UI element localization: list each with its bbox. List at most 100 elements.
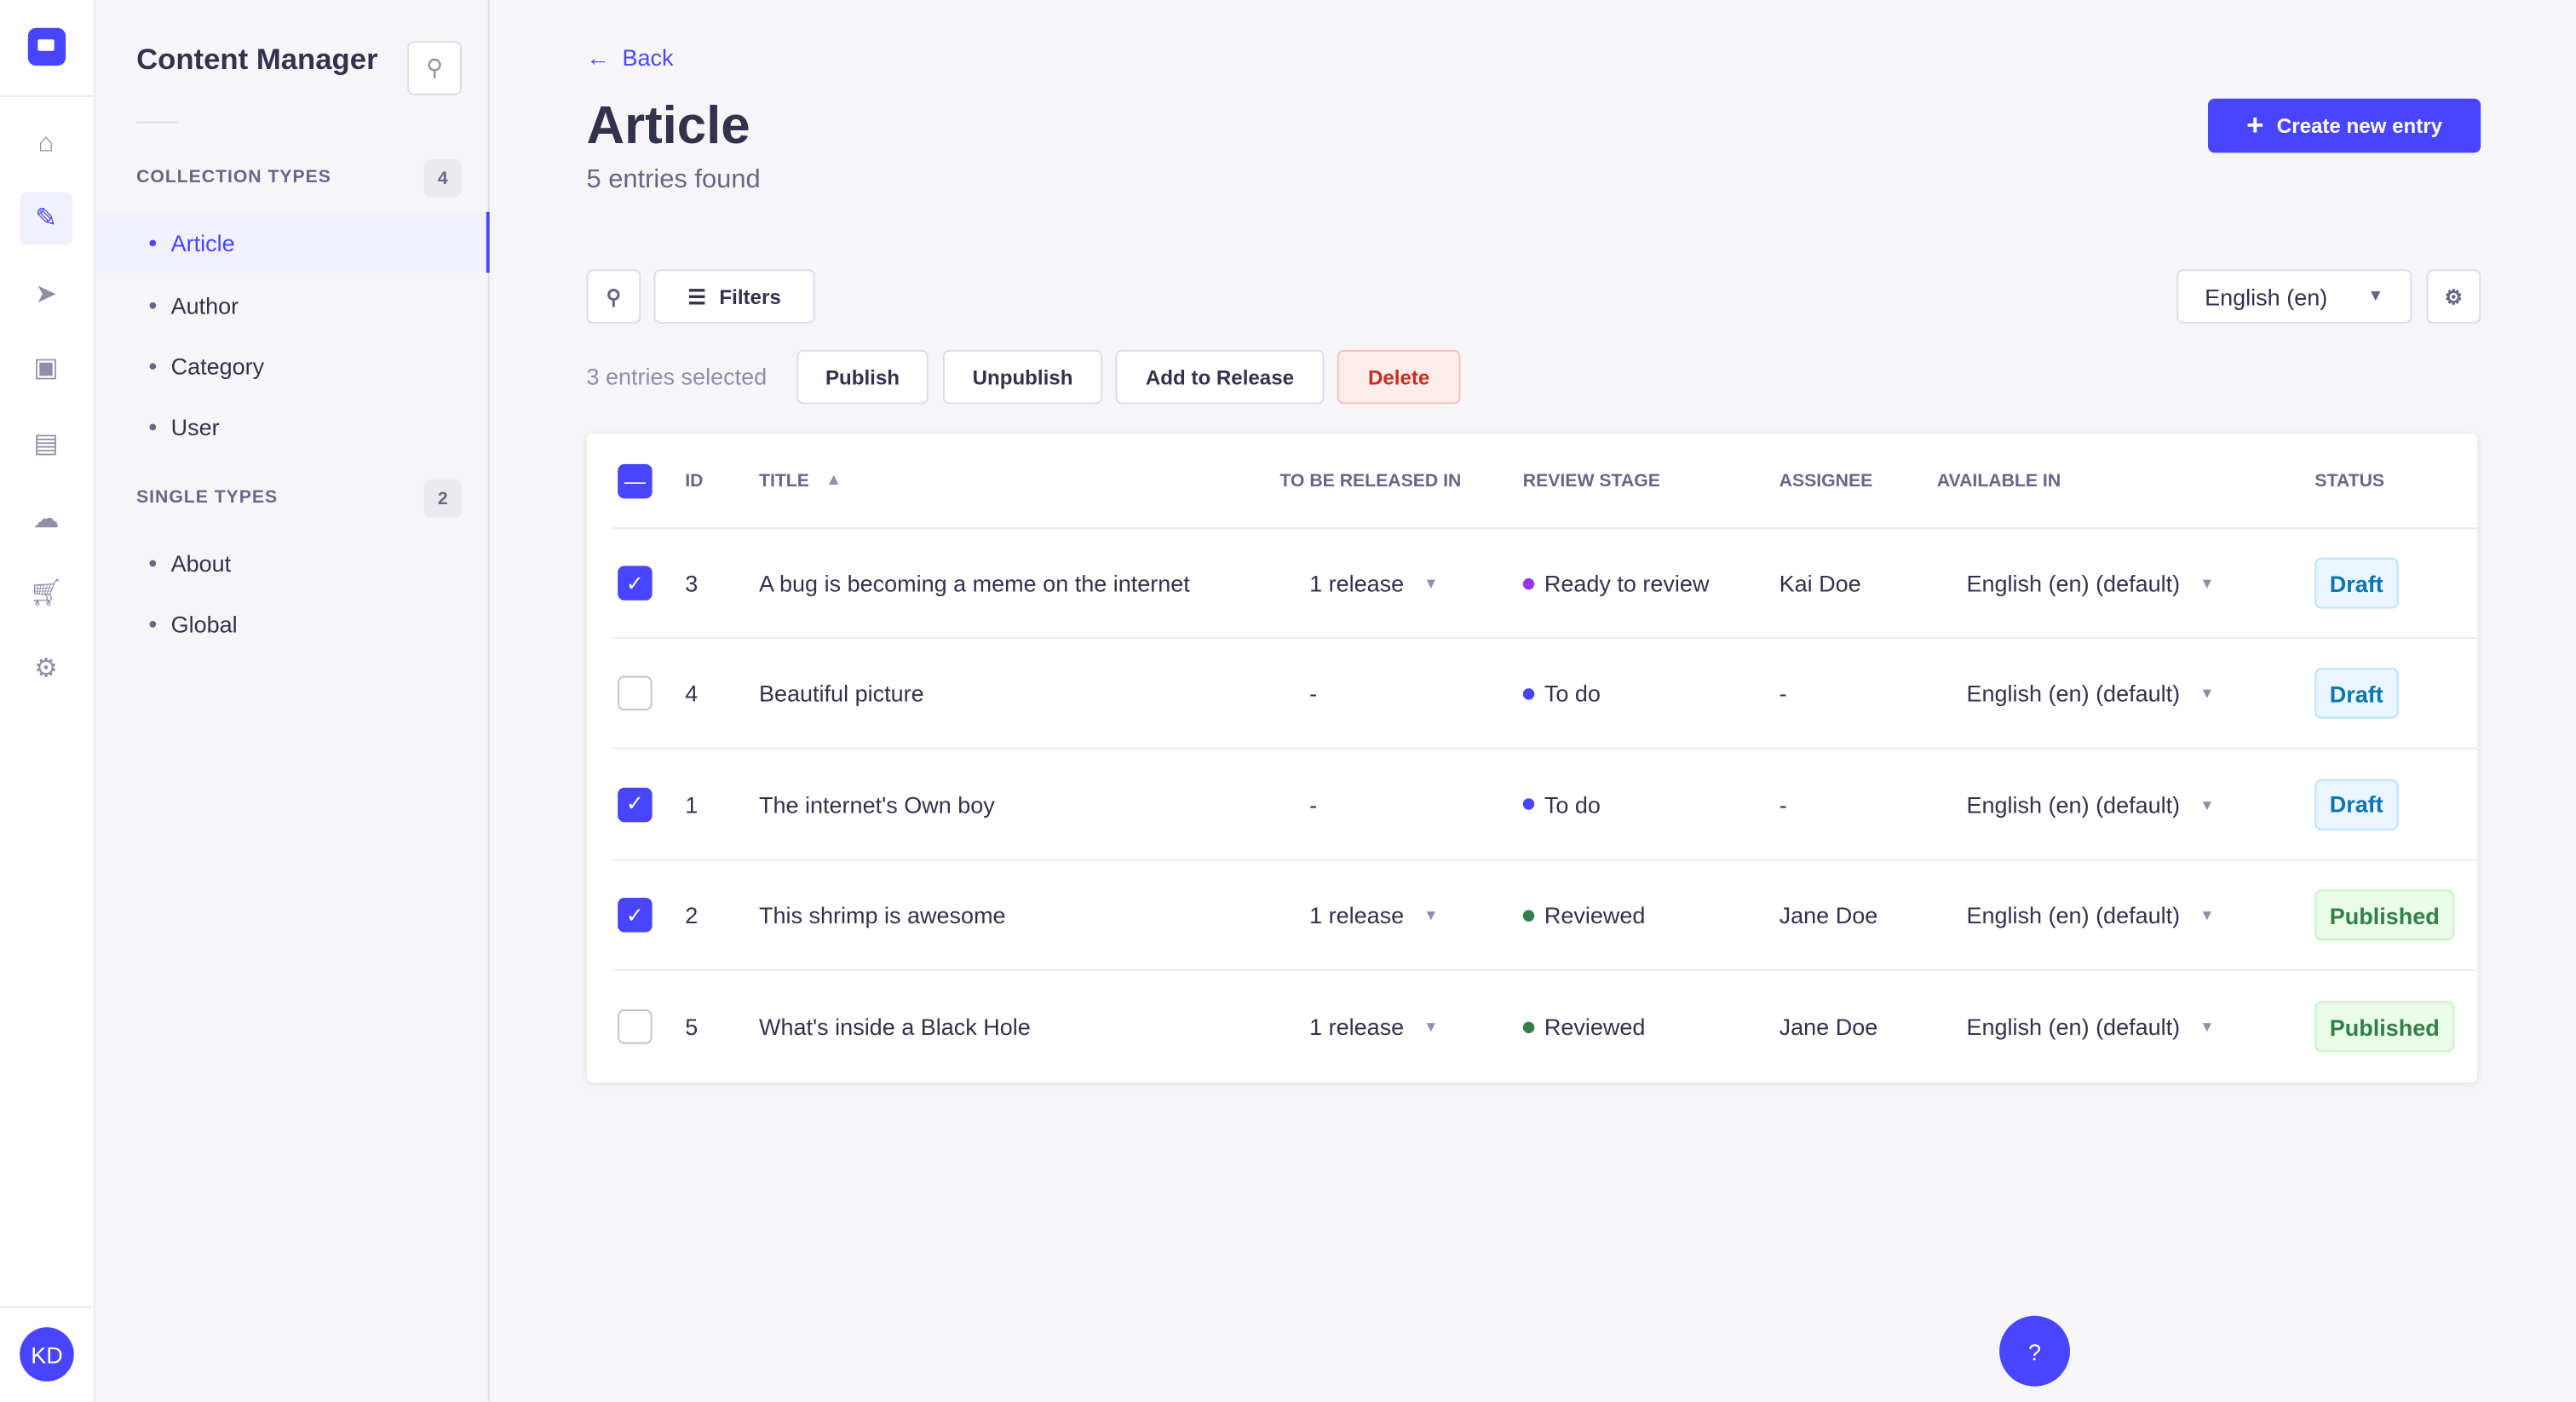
stage-dot-icon (1522, 577, 1535, 589)
arrow-left-icon: ← (586, 44, 610, 71)
row-checkbox[interactable]: ✓ (618, 566, 653, 600)
status-badge: Draft (2314, 557, 2399, 609)
column-status: STATUS (2314, 470, 2385, 491)
help-button[interactable]: ? (1999, 1315, 2070, 1387)
row-checkbox[interactable]: ✓ (618, 787, 653, 822)
column-title-label: TITLE (758, 470, 809, 491)
divider (136, 121, 178, 124)
cell-id: 2 (685, 902, 699, 929)
filters-button[interactable]: ☰ Filters (653, 269, 815, 324)
cell-available-in[interactable]: English (en) (default) ▼ (1966, 1014, 2214, 1040)
content-manager-icon[interactable]: ✎ (20, 192, 72, 245)
table-row[interactable]: 4 Beautiful picture - To do - English (e… (612, 640, 2478, 750)
cell-title: Beautiful picture (758, 681, 924, 708)
strapi-logo-icon[interactable] (27, 27, 66, 66)
question-icon: ? (2028, 1337, 2042, 1365)
publish-button[interactable]: Publish (796, 349, 929, 405)
status-badge: Draft (2314, 779, 2399, 830)
select-all-checkbox[interactable]: — (618, 463, 653, 498)
create-label: Create new entry (2276, 114, 2443, 138)
main-content: ← Back Article 5 entries found + Create n… (492, 0, 2576, 1401)
status-badge: Draft (2314, 668, 2399, 720)
row-checkbox[interactable] (618, 1009, 653, 1044)
single-types-heading: SINGLE TYPES (136, 487, 279, 508)
marketplace-icon[interactable]: 🛒︎ (20, 566, 72, 619)
chevron-down-icon: ▼ (1423, 574, 1439, 592)
settings-icon[interactable]: ⚙ (20, 642, 72, 695)
cell-available-in[interactable]: English (en) (default) ▼ (1966, 570, 2214, 596)
chevron-down-icon: ▼ (2199, 685, 2215, 703)
release-value: 1 release (1309, 902, 1405, 929)
list-settings-button[interactable]: ⚙ (2426, 269, 2481, 324)
cell-release[interactable]: 1 release ▼ (1309, 1014, 1438, 1040)
gear-icon: ⚙ (2444, 285, 2464, 309)
column-title[interactable]: TITLE ▲ (759, 471, 842, 491)
single-types-count: 2 (423, 480, 462, 518)
release-value: - (1309, 681, 1318, 708)
search-button[interactable]: ⚲ (586, 269, 641, 324)
cloud-icon[interactable]: ☁ (20, 493, 72, 546)
row-checkbox[interactable] (618, 676, 653, 711)
media-library-icon[interactable]: ▣ (20, 342, 72, 394)
row-checkbox[interactable]: ✓ (618, 898, 653, 933)
available-in-value: English (en) (default) (1966, 791, 2181, 819)
home-icon[interactable]: ⌂ (20, 118, 72, 171)
column-release: TO BE RELEASED IN (1279, 470, 1462, 491)
locale-select[interactable]: English (en) ▼ (2176, 269, 2412, 324)
content-manager-sidebar: Content Manager ⚲ COLLECTION TYPES 4 Art… (95, 0, 490, 1402)
chevron-down-icon: ▼ (2199, 574, 2215, 592)
search-icon: ⚲ (426, 54, 443, 81)
cell-available-in[interactable]: English (en) (default) ▼ (1966, 681, 2214, 707)
review-stage-value: Reviewed (1544, 1014, 1646, 1040)
sidebar-item-label: Article (170, 229, 235, 256)
selected-count: 3 entries selected (586, 363, 768, 390)
locale-value: English (en) (2205, 283, 2328, 310)
table-row[interactable]: ✓ 2 This shrimp is awesome 1 release ▼ Re… (612, 861, 2478, 972)
avatar[interactable]: KD (20, 1327, 74, 1382)
add-to-release-button[interactable]: Add to Release (1115, 349, 1325, 405)
cell-release[interactable]: 1 release ▼ (1309, 902, 1438, 928)
chevron-down-icon: ▼ (2367, 287, 2384, 306)
chevron-down-icon: ▼ (1423, 1018, 1439, 1036)
review-stage-value: To do (1544, 791, 1601, 819)
sidebar-item-global[interactable]: Global (95, 593, 490, 653)
table-row[interactable]: ✓ 3 A bug is becoming a meme on the inte… (612, 529, 2478, 640)
cell-review-stage: To do (1522, 791, 1601, 819)
stage-dot-icon (1522, 909, 1535, 922)
cell-assignee: Jane Doe (1779, 902, 1878, 929)
table-row[interactable]: ✓ 1 The internet's Own boy - To do - Eng… (612, 750, 2478, 861)
sidebar-item-about[interactable]: About (95, 532, 490, 593)
column-id[interactable]: ID (685, 471, 703, 491)
stage-dot-icon (1522, 687, 1535, 700)
cell-available-in[interactable]: English (en) (default) ▼ (1966, 902, 2214, 928)
create-new-entry-button[interactable]: + Create new entry (2207, 98, 2481, 153)
unpublish-button[interactable]: Unpublish (942, 349, 1103, 405)
delete-button[interactable]: Delete (1337, 349, 1461, 405)
releases-icon[interactable]: ➤ (20, 267, 72, 320)
table-row[interactable]: 5 What's inside a Black Hole 1 release ▼ … (612, 972, 2477, 1082)
cell-assignee: Kai Doe (1779, 570, 1861, 597)
content-type-builder-icon[interactable]: ▤ (20, 417, 72, 470)
sidebar-search-button[interactable]: ⚲ (407, 41, 462, 95)
release-value: 1 release (1309, 570, 1405, 597)
back-link[interactable]: ← Back (586, 44, 673, 71)
chevron-down-icon: ▼ (2199, 906, 2215, 924)
sidebar-item-user[interactable]: User (95, 396, 490, 457)
column-available-in: AVAILABLE IN (1936, 470, 2061, 491)
sidebar-item-category[interactable]: Category (95, 335, 490, 395)
filter-icon: ☰ (687, 285, 706, 309)
available-in-value: English (en) (default) (1966, 902, 2181, 929)
sidebar-item-label: Author (170, 291, 239, 319)
status-badge: Published (2314, 889, 2455, 941)
sidebar-item-label: User (170, 413, 220, 440)
review-stage-value: To do (1544, 681, 1601, 708)
cell-review-stage: Reviewed (1522, 902, 1645, 928)
cell-available-in[interactable]: English (en) (default) ▼ (1966, 791, 2214, 818)
cell-review-stage: Ready to review (1522, 570, 1709, 596)
cell-release[interactable]: 1 release ▼ (1309, 570, 1438, 596)
cell-assignee: - (1779, 681, 1787, 708)
sidebar-item-author[interactable]: Author (95, 274, 490, 335)
cell-review-stage: Reviewed (1522, 1014, 1646, 1040)
cell-id: 1 (685, 791, 699, 819)
sidebar-item-article[interactable]: Article (95, 211, 490, 273)
